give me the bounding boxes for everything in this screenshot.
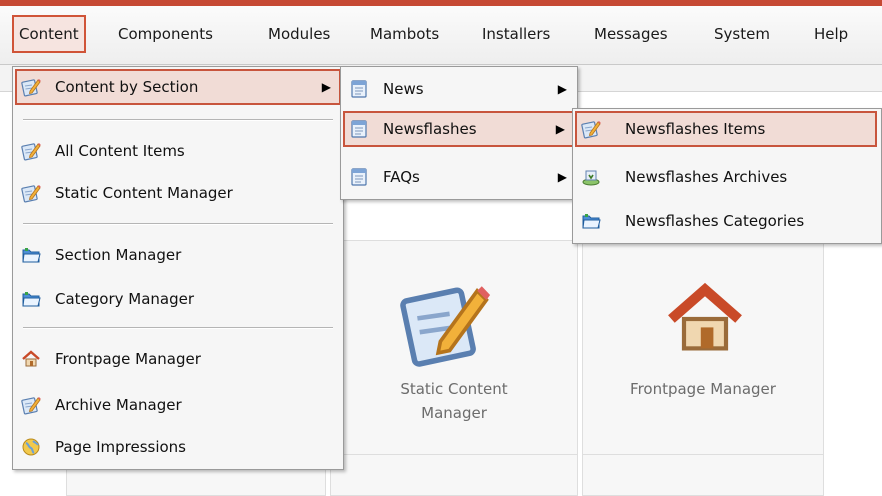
archive-icon	[581, 167, 601, 187]
menu-item-static-content-manager[interactable]: Static Content Manager	[15, 175, 341, 211]
menu-item-newsflashes-categories[interactable]: Newsflashes Categories	[575, 203, 879, 239]
menu-item-page-impressions[interactable]: Page Impressions	[15, 429, 341, 465]
home-icon	[663, 277, 747, 361]
panel-row2-right	[582, 454, 824, 496]
edit-icon	[21, 141, 41, 161]
panel-static-content-label: Static Content Manager	[400, 380, 508, 422]
menu-item-all-content-items[interactable]: All Content Items	[15, 133, 341, 169]
menu-separator	[23, 119, 333, 121]
menu-modules[interactable]: Modules	[262, 15, 336, 53]
menu-content[interactable]: Content	[12, 15, 86, 53]
edit-icon	[21, 183, 41, 203]
panel-static-content[interactable]: Static Content Manager	[330, 240, 578, 468]
main-menubar: Content Components Modules Mambots Insta…	[0, 6, 882, 65]
menu-help[interactable]: Help	[808, 15, 854, 53]
menu-system[interactable]: System	[708, 15, 776, 53]
globe-icon	[21, 437, 41, 457]
folder-icon	[21, 245, 41, 265]
section-submenu: News ▶ Newsflashes ▶ FAQs ▶	[340, 66, 578, 200]
submenu-arrow-icon: ▶	[557, 170, 567, 184]
submenu-arrow-icon: ▶	[321, 80, 331, 94]
edit-icon	[21, 395, 41, 415]
submenu-arrow-icon: ▶	[557, 82, 567, 96]
menu-item-archive-manager[interactable]: Archive Manager	[15, 387, 341, 423]
menu-separator	[23, 223, 333, 225]
menu-installers[interactable]: Installers	[476, 15, 556, 53]
menu-components[interactable]: Components	[112, 15, 219, 53]
panel-frontpage[interactable]: Frontpage Manager	[582, 240, 824, 468]
menu-item-frontpage-manager[interactable]: Frontpage Manager	[15, 341, 341, 377]
document-icon	[349, 167, 369, 187]
content-dropdown: Content by Section ▶ All Content Items S…	[12, 66, 344, 470]
menu-item-newsflashes[interactable]: Newsflashes ▶	[343, 111, 575, 147]
menu-item-content-by-section[interactable]: Content by Section ▶	[15, 69, 341, 105]
edit-icon	[21, 77, 41, 97]
menu-item-category-manager[interactable]: Category Manager	[15, 281, 341, 317]
menu-mambots[interactable]: Mambots	[364, 15, 445, 53]
menu-item-section-manager[interactable]: Section Manager	[15, 237, 341, 273]
edit-icon	[399, 277, 491, 369]
document-icon	[349, 79, 369, 99]
folder-icon	[581, 211, 601, 231]
newsflashes-submenu: Newsflashes Items Newsflashes Archives N…	[572, 108, 882, 244]
menu-item-newsflashes-items[interactable]: Newsflashes Items	[575, 111, 877, 147]
menu-item-newsflashes-archives[interactable]: Newsflashes Archives	[575, 159, 879, 195]
menu-item-faqs[interactable]: FAQs ▶	[343, 159, 575, 195]
edit-icon	[581, 119, 601, 139]
menu-separator	[23, 327, 333, 329]
menu-item-news[interactable]: News ▶	[343, 71, 575, 107]
panel-row2-mid	[330, 454, 578, 496]
home-icon	[21, 349, 41, 369]
folder-icon	[21, 289, 41, 309]
submenu-arrow-icon: ▶	[555, 122, 565, 136]
panel-frontpage-label: Frontpage Manager	[630, 380, 776, 398]
document-icon	[349, 119, 369, 139]
menu-messages[interactable]: Messages	[588, 15, 674, 53]
